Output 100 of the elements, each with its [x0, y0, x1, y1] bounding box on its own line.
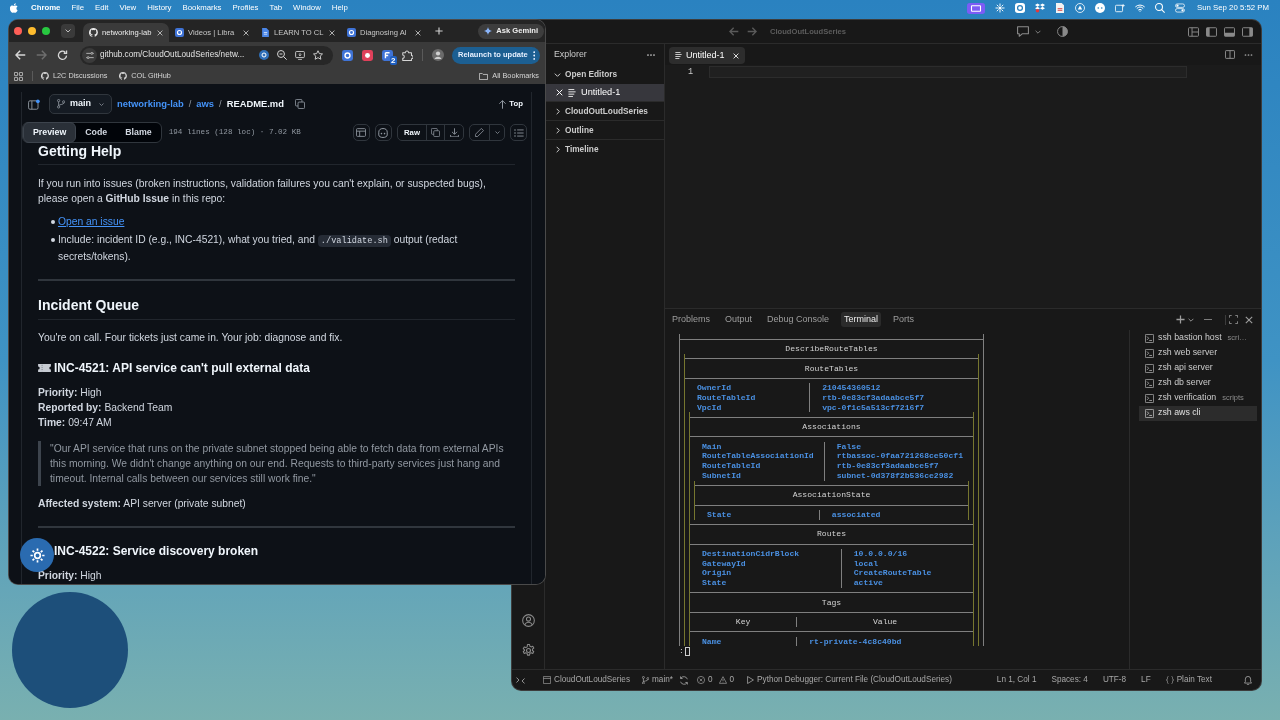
search-icon[interactable]: [1155, 3, 1166, 13]
extension-icon[interactable]: [382, 49, 393, 61]
lens-icon[interactable]: [259, 50, 269, 60]
panel-tab[interactable]: Ports: [890, 312, 918, 327]
symbols-button[interactable]: [352, 124, 370, 141]
section-header[interactable]: Open Editors: [545, 65, 664, 84]
apple-icon[interactable]: [10, 3, 18, 13]
toggles-icon[interactable]: [1175, 3, 1186, 13]
dots-icon[interactable]: [1095, 3, 1106, 13]
close-window-button[interactable]: [14, 27, 22, 35]
caret-icon[interactable]: [1035, 29, 1041, 34]
status-item[interactable]: Plain Text: [1165, 673, 1212, 687]
panel-icon[interactable]: [1224, 26, 1235, 37]
section-header[interactable]: Outline: [545, 120, 664, 139]
apps-grid-icon[interactable]: [14, 71, 23, 81]
boxes-icon[interactable]: [1035, 3, 1046, 13]
maximize-icon[interactable]: [1228, 315, 1238, 324]
tab-search-button[interactable]: [61, 24, 75, 38]
chat-icon[interactable]: [1017, 26, 1029, 37]
account-icon[interactable]: [521, 614, 535, 627]
table-value: CreateRouteTable: [853, 568, 932, 578]
terminal-list-item[interactable]: zsh web server: [1139, 345, 1257, 361]
status-item[interactable]: main*: [642, 673, 673, 687]
file-tree-icon[interactable]: [28, 98, 40, 110]
extension-icon[interactable]: [342, 49, 353, 61]
sidebar-right-icon[interactable]: [1242, 26, 1253, 37]
panel-tab[interactable]: Terminal: [841, 312, 882, 327]
copy-icon[interactable]: [294, 99, 305, 109]
address-bar[interactable]: github.com/CloudOutLoudSeries/netw...: [80, 45, 333, 65]
status-item[interactable]: UTF-8: [1102, 673, 1127, 687]
extension-icon[interactable]: [362, 49, 373, 61]
list-text: Include: incident ID (e.g., INC-4521), what you tried, and ./validate.sh output (redact secrets/tokens).: [58, 233, 459, 264]
bullet-icon: [51, 238, 55, 242]
zoom-window-button[interactable]: [42, 27, 50, 35]
terminal-list-item[interactable]: zsh aws cli: [1139, 405, 1257, 421]
monitor-icon[interactable]: [295, 50, 305, 60]
breadcrumb-link[interactable]: aws: [196, 96, 215, 112]
screen-plus-icon[interactable]: [1115, 3, 1126, 13]
close-icon[interactable]: [157, 29, 163, 36]
wifi-icon[interactable]: [1135, 3, 1146, 13]
list-icon: [513, 128, 524, 137]
caret-icon: [99, 102, 104, 106]
remote-icon[interactable]: [516, 676, 525, 684]
section-header[interactable]: CloudOutLoudSeries: [545, 101, 664, 120]
triangle-icon[interactable]: [1075, 3, 1086, 13]
ring-icon[interactable]: [1015, 3, 1026, 13]
view-tab[interactable]: Blame: [116, 122, 161, 143]
star-icon[interactable]: [313, 50, 323, 60]
status-item[interactable]: Ln 1, Col 1: [996, 673, 1037, 687]
copilot-button[interactable]: [374, 124, 392, 141]
section-header[interactable]: Timeline: [545, 139, 664, 158]
terminal-list-item[interactable]: zsh api server: [1139, 360, 1257, 376]
close-icon[interactable]: [415, 29, 421, 36]
site-info-button[interactable]: [82, 47, 97, 63]
layout-icon[interactable]: [1188, 26, 1199, 37]
flower-icon[interactable]: [995, 3, 1006, 13]
incident-detail: Time: 09:47 AM: [38, 416, 112, 430]
plus-icon[interactable]: [1176, 315, 1185, 324]
panel-tab[interactable]: Problems: [669, 312, 713, 327]
close-icon[interactable]: [1245, 315, 1253, 324]
view-tab[interactable]: Preview: [23, 122, 77, 143]
status-item[interactable]: Spaces: 4: [1051, 673, 1088, 687]
branch-button[interactable]: main: [49, 94, 112, 114]
breadcrumb-link[interactable]: networking-lab: [117, 96, 184, 112]
status-item[interactable]: Python Debugger: Current File (CloudOutLoudSeries): [747, 673, 952, 687]
github-icon: [89, 28, 98, 37]
bell-icon[interactable]: [1244, 675, 1252, 685]
profile-icon[interactable]: [432, 49, 444, 61]
sync-icon[interactable]: [679, 675, 688, 685]
editor-tab[interactable]: Untitled-1: [669, 47, 745, 64]
document-icon[interactable]: [1055, 3, 1066, 13]
link[interactable]: Open an issue: [58, 214, 125, 229]
sidebar-left-icon[interactable]: [1206, 26, 1217, 37]
caret-icon[interactable]: [1187, 317, 1194, 322]
tune-icon: [85, 51, 94, 59]
close-icon[interactable]: [243, 29, 249, 36]
half-circle-icon[interactable]: [1057, 26, 1068, 37]
status-item[interactable]: 0 0: [696, 673, 735, 687]
minimize-window-button[interactable]: [28, 27, 36, 35]
view-tab[interactable]: Code: [76, 122, 117, 143]
status-item[interactable]: LF: [1141, 673, 1151, 687]
reload-icon[interactable]: [56, 50, 68, 60]
open-editor-item[interactable]: Untitled-1: [545, 84, 664, 101]
screen-share-icon[interactable]: [967, 2, 986, 14]
close-icon[interactable]: [329, 29, 335, 36]
folder-icon: [479, 72, 489, 80]
settings-icon[interactable]: [521, 644, 535, 657]
zoom-out-icon[interactable]: [277, 50, 287, 60]
table-key: VpcId: [697, 402, 722, 412]
forward-icon[interactable]: [747, 27, 757, 36]
plus-icon[interactable]: [435, 27, 443, 35]
puzzle-icon[interactable]: [402, 49, 413, 61]
panel-tab[interactable]: Debug Console: [764, 312, 833, 327]
floating-action-button[interactable]: [20, 538, 54, 572]
minus-icon[interactable]: [1203, 318, 1212, 321]
panel-tab[interactable]: Output: [722, 312, 756, 327]
terminal-list-item[interactable]: zsh db server: [1139, 375, 1257, 391]
split-editor-icon[interactable]: [1225, 50, 1235, 59]
status-item[interactable]: CloudOutLoudSeries: [543, 673, 630, 687]
more-icon[interactable]: [647, 53, 655, 56]
